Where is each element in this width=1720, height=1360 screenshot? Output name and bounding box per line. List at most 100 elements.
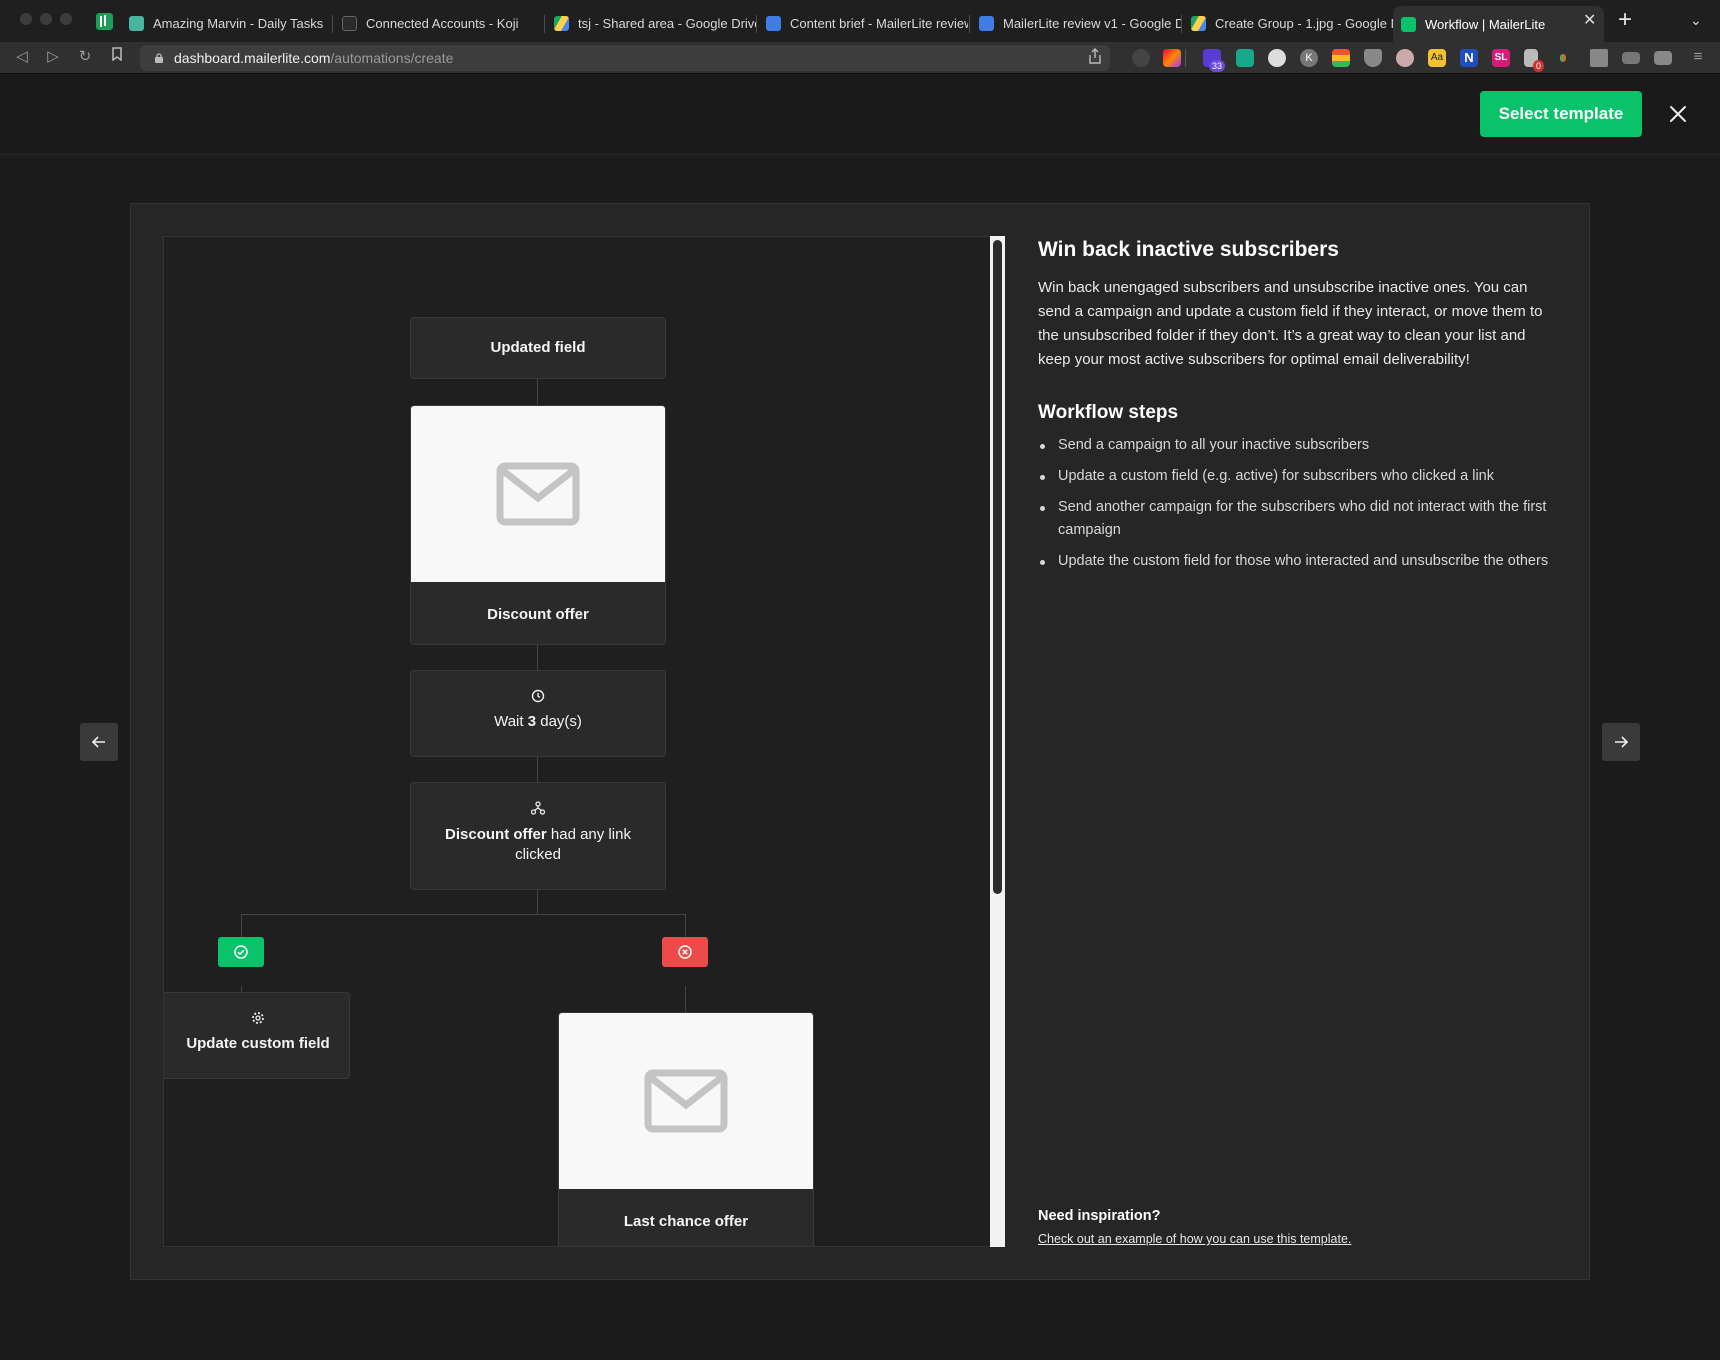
email-preview-thumbnail (411, 406, 665, 582)
action-node-update-custom-field[interactable]: Update custom field (164, 992, 350, 1079)
window-close-dot[interactable] (20, 13, 32, 25)
extension-k-icon[interactable]: K (1300, 49, 1318, 67)
extension-n-icon[interactable]: N (1460, 49, 1478, 67)
arrow-left-icon (91, 736, 105, 748)
share-icon[interactable] (1088, 48, 1102, 64)
koji-favicon-icon (342, 15, 357, 31)
app-header: Select template (0, 75, 1720, 155)
extension-badge-count-2: 0 (1533, 60, 1545, 72)
window-zoom-dot[interactable] (60, 13, 72, 25)
tab-amazing-marvin[interactable]: Amazing Marvin - Daily Tasks (121, 8, 329, 38)
gear-icon (252, 1012, 264, 1024)
template-title: Win back inactive subscribers (1038, 238, 1339, 261)
tab-mailerlite-review[interactable]: MailerLite review v1 - Google Docs (971, 8, 1181, 38)
extension-green-icon[interactable] (1236, 49, 1254, 67)
canvas-scrollbar[interactable] (990, 236, 1005, 1247)
condition-node[interactable]: Discount offer had any link clicked (410, 782, 666, 890)
playlist-icon[interactable] (1622, 52, 1640, 64)
connector-line (537, 644, 538, 670)
envelope-icon (644, 1069, 728, 1133)
bookmark-icon[interactable] (107, 47, 127, 67)
template-description: Win back unengaged subscribers and unsub… (1038, 279, 1543, 368)
extension-robot-icon[interactable] (1268, 49, 1286, 67)
drive-favicon-icon (1191, 15, 1206, 31)
tab-separator (969, 15, 970, 33)
forward-icon[interactable]: ▷ (43, 47, 63, 67)
docs-favicon-icon (766, 15, 781, 31)
tab-separator (544, 15, 545, 33)
branch-line (241, 914, 686, 915)
list-item: Update the custom field for those who in… (1038, 550, 1558, 573)
envelope-icon (496, 462, 580, 526)
url-text: dashboard.mailerlite.com/automations/cre… (174, 50, 454, 66)
clock-icon (531, 689, 545, 703)
tab-list-chevron-icon[interactable]: ⌄ (1690, 12, 1702, 29)
wallet-icon[interactable] (1654, 51, 1672, 65)
connector-line (537, 757, 538, 783)
new-tab-icon[interactable]: + (1618, 6, 1632, 34)
email-node-discount-offer[interactable]: Discount offer (410, 405, 666, 645)
toolbar-separator (1185, 49, 1186, 67)
email-preview-thumbnail (559, 1013, 813, 1189)
yes-branch-badge (218, 937, 264, 967)
no-branch-badge (662, 937, 708, 967)
pinned-sheets-tab-icon[interactable] (96, 13, 113, 30)
brave-rewards-icon[interactable] (1163, 49, 1181, 67)
arrow-right-icon (1615, 736, 1629, 748)
extension-sl-icon[interactable]: SL (1492, 49, 1510, 67)
tab-separator (332, 15, 333, 33)
browser-menu-icon[interactable]: ≡ (1688, 47, 1708, 67)
address-bar[interactable]: dashboard.mailerlite.com/automations/cre… (140, 45, 1110, 71)
extension-dictionary-icon[interactable]: Aa (1428, 49, 1446, 67)
connector-line (537, 379, 538, 405)
tab-separator (1181, 15, 1182, 33)
inspiration-heading: Need inspiration? (1038, 1208, 1161, 1224)
extension-bars-icon[interactable] (1332, 49, 1350, 67)
workflow-steps-heading: Workflow steps (1038, 402, 1179, 423)
email-node-last-chance-offer[interactable]: Last chance offer (558, 1012, 814, 1246)
x-circle-icon (678, 945, 692, 959)
connector-line (537, 890, 538, 914)
scrollbar-thumb[interactable] (993, 240, 1002, 894)
condition-text: Discount offer had any link clicked (445, 826, 636, 863)
extensions-puzzle-icon[interactable] (1590, 49, 1608, 67)
list-item: Send a campaign to all your inactive sub… (1038, 434, 1558, 457)
inspiration-link[interactable]: Check out an example of how you can use … (1038, 1232, 1351, 1246)
mailerlite-favicon-icon (1401, 16, 1416, 32)
extension-face-icon[interactable] (1396, 49, 1414, 67)
back-icon[interactable]: ◁ (12, 47, 32, 67)
brave-shields-icon[interactable] (1132, 49, 1150, 67)
list-item: Update a custom field (e.g. active) for … (1038, 465, 1558, 488)
tab-workflow-mailerlite[interactable]: Workflow | MailerLite (1393, 6, 1604, 42)
workflow-steps-list: Send a campaign to all your inactive sub… (1038, 434, 1558, 573)
tab-separator (756, 15, 757, 33)
extension-meter-icon[interactable] (1560, 54, 1566, 62)
workflow-canvas[interactable]: Updated field Discount offer Wait 3 day(… (163, 236, 1005, 1247)
list-item: Send another campaign for the subscriber… (1038, 496, 1558, 542)
close-tab-icon[interactable]: ✕ (1583, 10, 1596, 30)
marvin-favicon-icon (129, 15, 144, 31)
previous-template-button[interactable] (80, 723, 118, 761)
close-icon[interactable] (1665, 101, 1691, 127)
window-minimize-dot[interactable] (40, 13, 52, 25)
select-template-button[interactable]: Select template (1480, 91, 1642, 137)
drive-favicon-icon (554, 15, 569, 31)
tab-create-group[interactable]: Create Group - 1.jpg - Google Drive (1183, 8, 1393, 38)
ublock-icon[interactable] (1364, 49, 1382, 67)
docs-favicon-icon (979, 15, 994, 31)
next-template-button[interactable] (1602, 723, 1640, 761)
tab-google-drive-shared[interactable]: tsj - Shared area - Google Drive (546, 8, 756, 38)
wait-text: Wait 3 day(s) (494, 713, 582, 730)
lock-icon (155, 53, 163, 63)
extension-badge-count: 33 (1209, 60, 1226, 72)
split-icon (530, 801, 546, 815)
tab-koji[interactable]: Connected Accounts - Koji (334, 8, 540, 38)
trigger-node[interactable]: Updated field (410, 317, 666, 379)
template-details: Win back inactive subscribers Win back u… (1038, 238, 1558, 581)
wait-node[interactable]: Wait 3 day(s) (410, 670, 666, 757)
connector-line (685, 986, 686, 1012)
browser-nav-bar: ◁ ▷ ↻ dashboard.mailerlite.com/automatio… (0, 42, 1720, 74)
check-circle-icon (234, 945, 248, 959)
reload-icon[interactable]: ↻ (75, 47, 95, 67)
tab-content-brief[interactable]: Content brief - MailerLite review (758, 8, 968, 38)
